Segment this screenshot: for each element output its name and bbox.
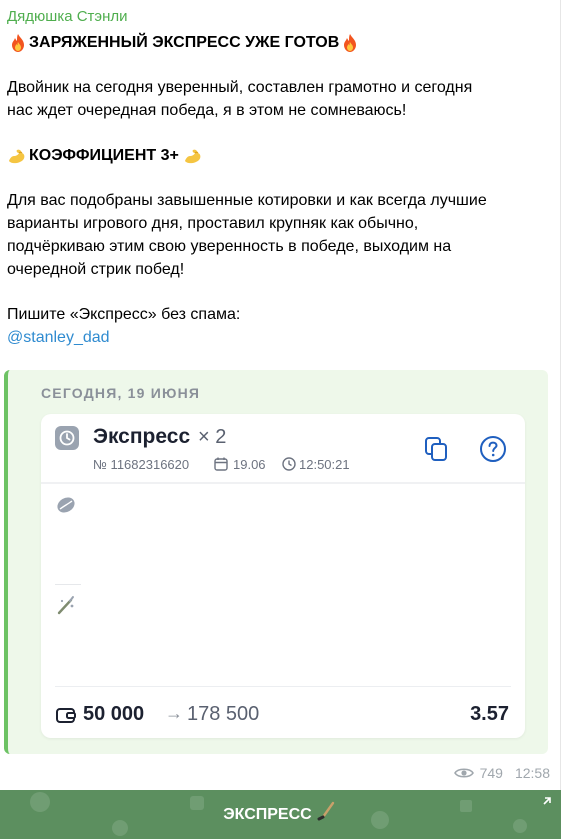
flexed-biceps-icon — [7, 146, 27, 166]
headline-text: ЗАРЯЖЕННЫЙ ЭКСПРЕСС УЖЕ ГОТОВ — [29, 34, 340, 51]
paragraph2-line: Для вас подобраны завышенные котировки и… — [7, 192, 487, 209]
paragraph2-line: очередной стрик побед! — [7, 261, 185, 278]
arrow-icon: → — [165, 703, 183, 723]
copy-icon[interactable] — [421, 434, 451, 464]
message-bubble: Дядюшка Стэнли ЗАРЯЖЕННЫЙ ЭКСПРЕСС УЖЕ Г… — [0, 0, 561, 790]
ticket-header: Экспресс × 2 № 11682316620 19.06 12:50:2… — [41, 414, 525, 484]
help-icon[interactable] — [478, 434, 508, 464]
total-coefficient: 3.57 — [470, 703, 509, 725]
fire-icon — [9, 33, 27, 53]
time-icon — [281, 456, 297, 472]
message-time: 12:58 — [514, 765, 550, 781]
express-button[interactable]: ЭКСПРЕСС — [0, 790, 561, 839]
tennis-ball-icon — [55, 494, 77, 516]
payout-amount: 178 500 — [187, 703, 260, 725]
preview-date: СЕГОДНЯ, 19 ИЮНЯ — [41, 385, 201, 401]
paragraph1-line: нас ждет очередная победа, я в этом не с… — [7, 102, 407, 119]
ticket-footer-divider — [55, 686, 511, 687]
mention-link[interactable]: @stanley_dad — [7, 326, 552, 349]
stake-amount: 50 000 — [83, 703, 145, 725]
paragraph2-line: подчёркиваю этим свою уверенность в побе… — [7, 238, 452, 255]
divider — [55, 584, 81, 585]
clock-icon — [55, 426, 79, 450]
paragraph2-line: варианты игрового дня, проставил крупняк… — [7, 215, 419, 232]
view-count: 749 — [479, 765, 503, 781]
hockey-stick-icon — [316, 801, 338, 828]
express-button-label: ЭКСПРЕСС — [223, 805, 312, 823]
eye-icon — [453, 766, 474, 780]
ticket-title: Экспресс — [93, 425, 191, 448]
cta-text: Пишите «Экспресс» без спама: — [7, 306, 241, 323]
ticket-multiplier: × 2 — [198, 426, 227, 448]
hockey-icon — [55, 594, 77, 616]
paragraph1-line: Двойник на сегодня уверенный, составлен … — [7, 79, 473, 96]
coefficient-text: КОЭФФИЦИЕНТ 3+ — [29, 147, 179, 164]
flexed-biceps-icon — [183, 146, 203, 166]
coefficient-line: КОЭФФИЦИЕНТ 3+ — [7, 144, 552, 167]
wallet-icon — [55, 704, 77, 726]
headline: ЗАРЯЖЕННЫЙ ЭКСПРЕСС УЖЕ ГОТОВ — [7, 31, 552, 54]
link-preview[interactable]: СЕГОДНЯ, 19 ИЮНЯ Экспресс × 2 № 11682316… — [4, 370, 548, 754]
ticket-date: 19.06 — [233, 457, 266, 472]
bet-ticket: Экспресс × 2 № 11682316620 19.06 12:50:2… — [41, 414, 525, 738]
ticket-number: № 11682316620 — [93, 457, 190, 472]
external-arrow-icon — [541, 794, 553, 806]
ticket-time: 12:50:21 — [299, 457, 350, 472]
sender-name[interactable]: Дядюшка Стэнли — [7, 8, 128, 25]
fire-icon — [341, 33, 359, 53]
message-meta: 749 12:58 — [453, 765, 550, 781]
message-text: ЗАРЯЖЕННЫЙ ЭКСПРЕСС УЖЕ ГОТОВ Двойник на… — [7, 31, 552, 349]
calendar-icon — [213, 456, 229, 472]
